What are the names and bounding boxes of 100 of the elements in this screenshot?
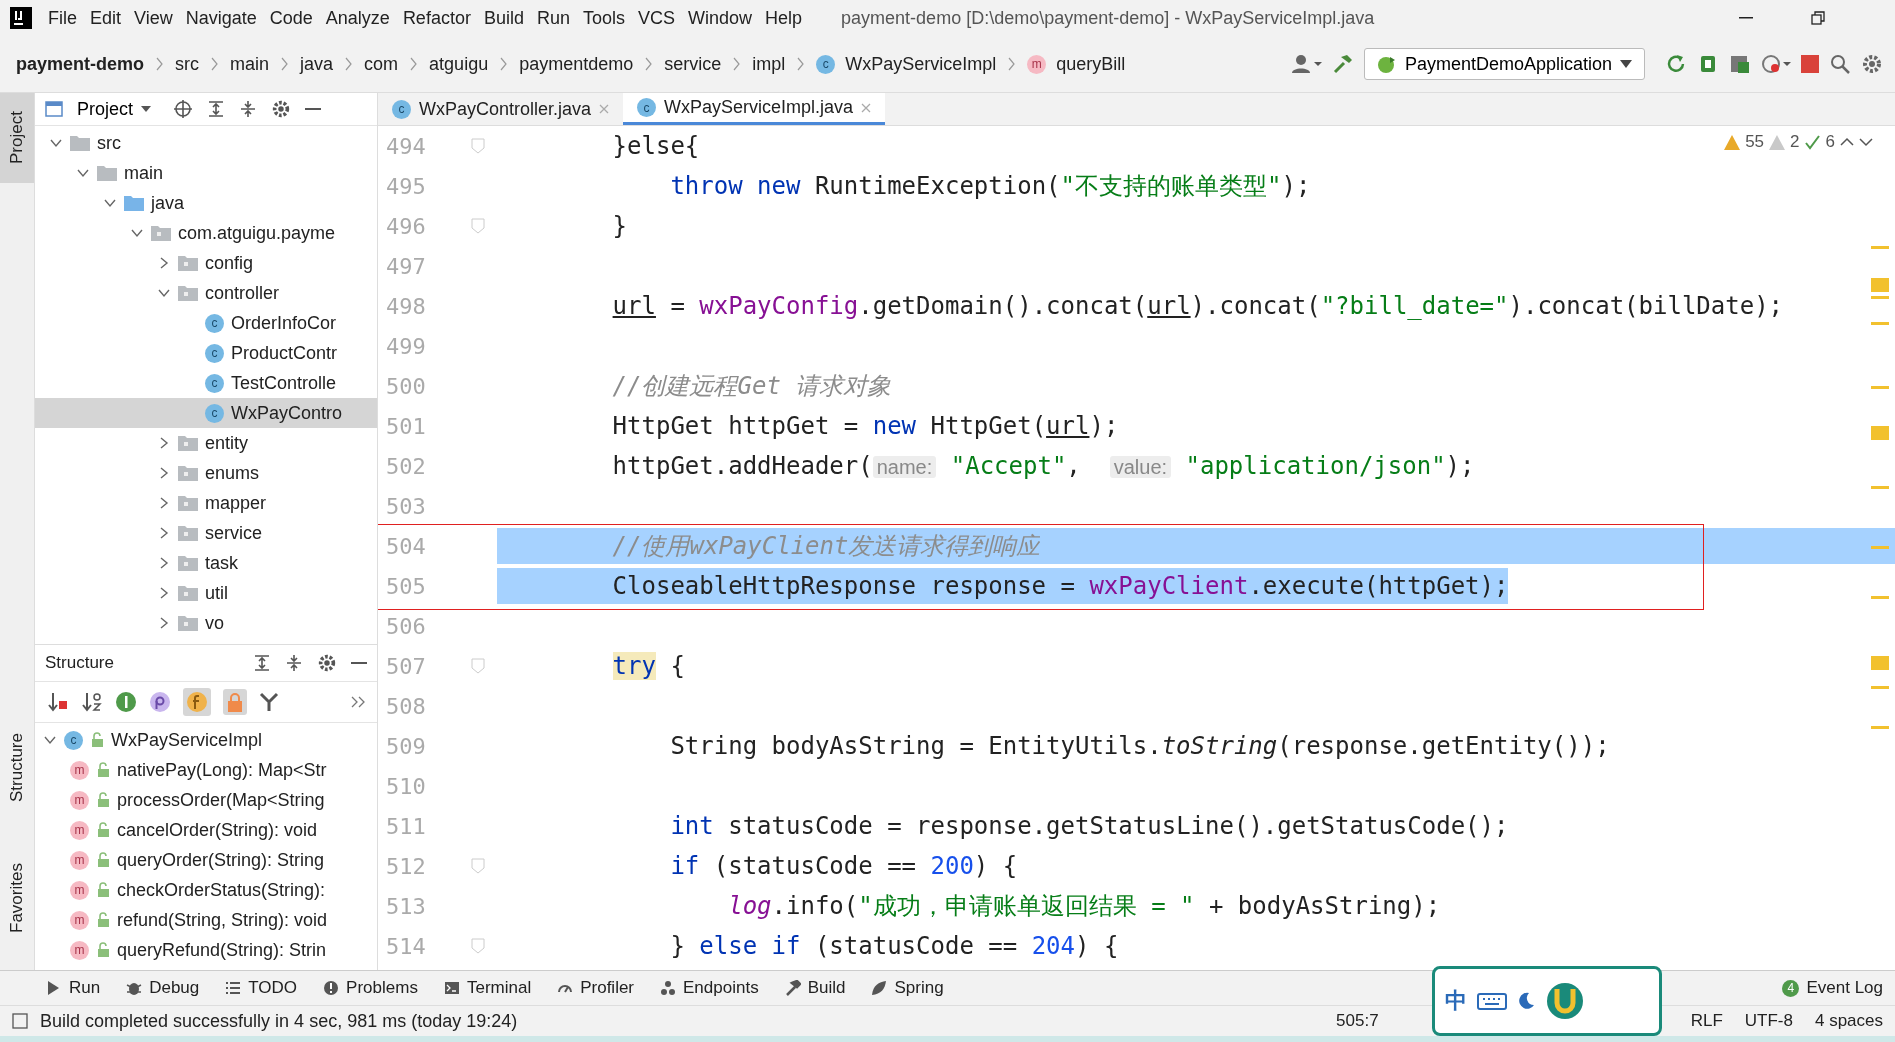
structure-item[interactable]: m nativePay(Long): Map<Str	[35, 755, 377, 785]
structure-item[interactable]: c WxPayServiceImpl	[35, 725, 377, 755]
fold-marker-icon[interactable]	[471, 658, 485, 674]
filter-icon[interactable]	[259, 692, 279, 712]
input-method-toolbar[interactable]: 中	[1432, 966, 1662, 1036]
typo-count[interactable]: 6	[1825, 132, 1835, 152]
coverage-icon[interactable]	[1729, 53, 1751, 75]
profiler-icon[interactable]	[1761, 53, 1791, 75]
settings-icon[interactable]	[317, 653, 337, 673]
breadcrumb[interactable]: impl	[752, 53, 786, 75]
tool-window-button[interactable]: Spring	[871, 978, 944, 998]
tree-item[interactable]: controller	[35, 278, 377, 308]
fold-marker-icon[interactable]	[471, 858, 485, 874]
breadcrumb[interactable]: com	[364, 53, 399, 75]
structure-item[interactable]: m queryRefund(String): Strin	[35, 935, 377, 965]
target-icon[interactable]	[173, 99, 194, 119]
menu-item[interactable]: VCS	[638, 7, 675, 29]
chevron-down-icon[interactable]	[1859, 137, 1873, 147]
tool-window-button[interactable]: Profiler	[557, 978, 635, 998]
tool-window-button[interactable]: Debug	[126, 978, 200, 998]
fold-marker-icon[interactable]	[471, 218, 485, 234]
tool-window-button[interactable]: Build	[784, 978, 846, 998]
tree-item[interactable]: mapper	[35, 488, 377, 518]
menu-item[interactable]: Code	[269, 7, 313, 29]
breadcrumb[interactable]: service	[664, 53, 722, 75]
run-configuration-dropdown[interactable]: PaymentDemoApplication	[1363, 48, 1645, 80]
restore-icon[interactable]	[1811, 11, 1825, 25]
menu-item[interactable]: View	[134, 7, 173, 29]
collapse-all-icon[interactable]	[239, 100, 258, 118]
structure-item[interactable]: m processOrder(Map<String	[35, 785, 377, 815]
interface-icon[interactable]	[115, 691, 137, 713]
sort-icon[interactable]	[47, 691, 69, 713]
breadcrumb[interactable]: src	[175, 53, 200, 75]
menu-item[interactable]: Refactor	[402, 7, 471, 29]
tree-item[interactable]: vo	[35, 608, 377, 638]
tree-item[interactable]: c ProductContr	[35, 338, 377, 368]
editor-tab[interactable]: c WxPayServiceImpl.java	[623, 93, 886, 125]
minimize-icon[interactable]	[1739, 17, 1753, 19]
structure-item[interactable]: m cancelOrder(String): void	[35, 815, 377, 845]
structure-item[interactable]: m checkOrderStatus(String):	[35, 875, 377, 905]
hammer-icon[interactable]	[1331, 53, 1354, 75]
fold-marker-icon[interactable]	[471, 938, 485, 954]
structure-item[interactable]: m refund(String, String): void	[35, 905, 377, 935]
menu-item[interactable]: Window	[688, 7, 753, 29]
user-icon[interactable]	[1291, 54, 1322, 74]
tool-window-button[interactable]: TODO	[225, 978, 298, 998]
tree-item[interactable]: enums	[35, 458, 377, 488]
tool-window-button[interactable]: Terminal	[443, 978, 532, 998]
breadcrumb[interactable]: WxPayServiceImpl	[845, 53, 997, 75]
structure-item[interactable]: m queryOrder(String): String	[35, 845, 377, 875]
side-tab[interactable]: Structure	[0, 713, 34, 823]
menu-item[interactable]: Help	[765, 7, 803, 29]
settings-icon[interactable]	[271, 99, 292, 119]
rerun-icon[interactable]	[1665, 53, 1687, 75]
editor-tab[interactable]: c WxPayController.java	[378, 93, 624, 125]
menu-item[interactable]: Analyze	[325, 7, 390, 29]
field-icon[interactable]	[186, 691, 208, 713]
property-icon[interactable]	[149, 691, 171, 713]
side-tab[interactable]: Project	[0, 93, 34, 183]
event-log-button[interactable]: 4 Event Log	[1782, 978, 1883, 998]
tree-item[interactable]: config	[35, 248, 377, 278]
tree-item[interactable]: c TestControlle	[35, 368, 377, 398]
search-icon[interactable]	[1829, 53, 1851, 75]
tree-item[interactable]: task	[35, 548, 377, 578]
caret-position[interactable]: 505:7	[1336, 1011, 1379, 1031]
menu-item[interactable]: Tools	[582, 7, 625, 29]
expand-all-icon[interactable]	[207, 100, 226, 118]
weak-warning-count[interactable]: 2	[1790, 132, 1800, 152]
breadcrumb[interactable]: java	[300, 53, 334, 75]
more-icon[interactable]	[351, 696, 365, 708]
chevron-up-icon[interactable]	[1840, 137, 1854, 147]
tree-item[interactable]: main	[35, 158, 377, 188]
tool-window-button[interactable]: Endpoints	[660, 978, 759, 998]
line-separator[interactable]: RLF	[1690, 1011, 1723, 1031]
tree-item[interactable]: src	[35, 128, 377, 158]
file-encoding[interactable]: UTF-8	[1744, 1011, 1793, 1031]
breadcrumb[interactable]: queryBill	[1056, 53, 1126, 75]
tree-item[interactable]: c OrderInfoCor	[35, 308, 377, 338]
tree-item[interactable]: com.atguigu.payme	[35, 218, 377, 248]
side-tab[interactable]: Favorites	[0, 843, 34, 953]
menu-item[interactable]: Navigate	[185, 7, 257, 29]
breadcrumb[interactable]: atguigu	[429, 53, 489, 75]
expand-all-icon[interactable]	[253, 654, 271, 672]
tool-window-button[interactable]: Problems	[323, 978, 418, 998]
settings-icon[interactable]	[1861, 53, 1883, 75]
tree-item[interactable]: service	[35, 518, 377, 548]
view-dropdown[interactable]: Project	[77, 98, 152, 120]
warning-count[interactable]: 55	[1745, 132, 1765, 152]
menu-item[interactable]: File	[48, 7, 77, 29]
menu-item[interactable]: Run	[536, 7, 570, 29]
tool-window-button[interactable]: Run	[46, 978, 101, 998]
sort-alphabetically-icon[interactable]	[81, 691, 103, 713]
breadcrumb[interactable]: main	[230, 53, 270, 75]
menu-item[interactable]: Build	[483, 7, 524, 29]
collapse-all-icon[interactable]	[285, 654, 303, 672]
fold-marker-icon[interactable]	[471, 138, 485, 154]
panel-toggle-icon[interactable]	[12, 1013, 28, 1029]
tree-item[interactable]: java	[35, 188, 377, 218]
minimize-icon[interactable]	[305, 108, 322, 110]
tree-item[interactable]: c WxPayContro	[35, 398, 377, 428]
